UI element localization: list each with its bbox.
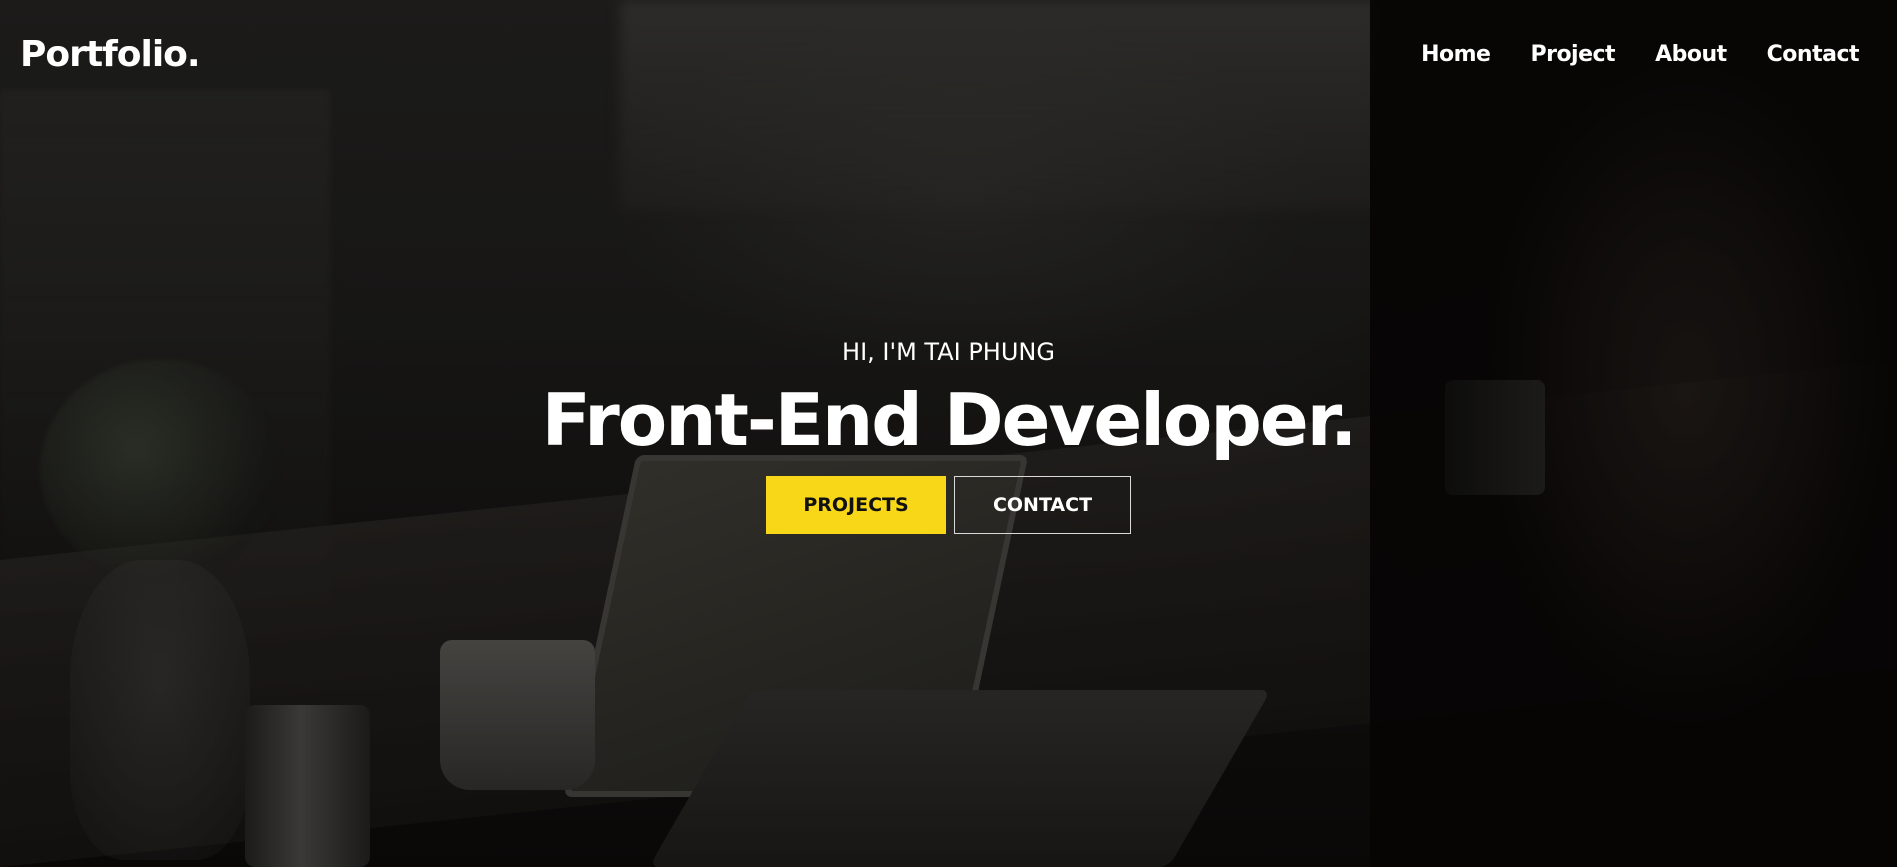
site-logo[interactable]: Portfolio. xyxy=(20,34,201,75)
hero-section: Portfolio. Home Project About Contact HI… xyxy=(0,0,1897,867)
nav-home-link[interactable]: Home xyxy=(1421,42,1491,67)
hero-headline: Front-End Developer. xyxy=(541,378,1358,462)
cta-buttons: PROJECTS CONTACT xyxy=(0,476,1897,534)
projects-button[interactable]: PROJECTS xyxy=(766,476,946,534)
hero-greeting: HI, I'M TAI PHUNG xyxy=(842,338,1055,366)
nav-contact-link[interactable]: Contact xyxy=(1767,42,1860,67)
nav-links: Home Project About Contact xyxy=(1421,42,1859,67)
nav-about-link[interactable]: About xyxy=(1655,42,1727,67)
nav-project-link[interactable]: Project xyxy=(1530,42,1615,67)
contact-button[interactable]: CONTACT xyxy=(954,476,1131,534)
hero-content: HI, I'M TAI PHUNG Front-End Developer. P… xyxy=(0,336,1897,534)
navbar: Portfolio. Home Project About Contact xyxy=(0,0,1897,115)
